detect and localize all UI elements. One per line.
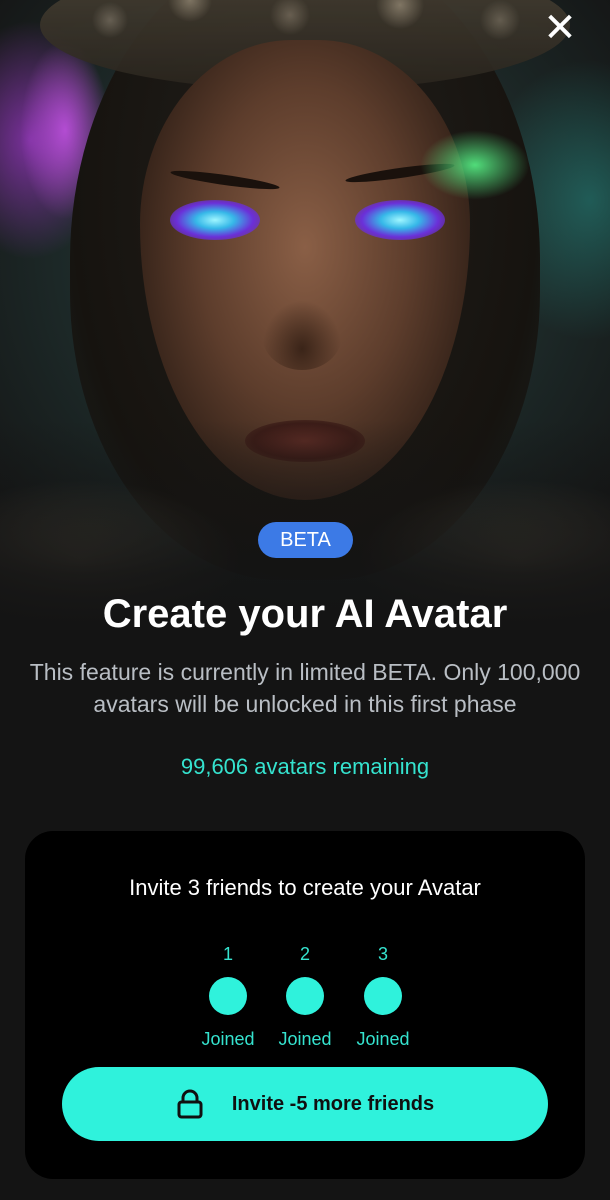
avatars-remaining-count: 99,606 avatars remaining — [180, 754, 430, 779]
friend-joined-indicator — [286, 977, 324, 1015]
friend-slot-number: 1 — [222, 944, 233, 964]
close-button[interactable]: ✕ — [540, 8, 580, 48]
friend-slot-number: 3 — [377, 944, 388, 964]
page-title: Create your AI Avatar — [102, 592, 508, 636]
friend-status-label: Joined — [278, 1029, 332, 1049]
left-glowing-eye — [170, 200, 260, 240]
friend-slot-number: 2 — [299, 944, 310, 964]
beta-description: This feature is currently in limited BET… — [29, 659, 581, 717]
right-glowing-eye — [355, 200, 445, 240]
nose — [262, 300, 342, 370]
beta-badge: BETA — [258, 522, 353, 558]
friend-slot-3: 3 Joined — [343, 943, 423, 1050]
friend-slot-1: 1 Joined — [188, 943, 268, 1050]
invite-card-title: Invite 3 friends to create your Avatar — [129, 875, 481, 900]
invite-friends-card: Invite 3 friends to create your Avatar 1… — [25, 831, 585, 1179]
ai-avatar-screen: ✕ BETA Create your AI Avatar This featur… — [0, 0, 610, 1200]
face — [140, 40, 470, 500]
lock-icon — [177, 1089, 203, 1119]
friend-joined-indicator — [209, 977, 247, 1015]
friend-status-label: Joined — [201, 1029, 255, 1049]
friend-joined-indicator — [364, 977, 402, 1015]
green-light-glow — [420, 130, 530, 200]
friend-slot-2: 2 Joined — [265, 943, 345, 1050]
lips — [245, 420, 365, 462]
close-icon: ✕ — [543, 6, 577, 50]
invite-button-label: Invite -5 more friends — [231, 1093, 435, 1115]
friend-status-label: Joined — [356, 1029, 410, 1049]
invite-friends-button[interactable]: Invite -5 more friends — [62, 1067, 548, 1141]
